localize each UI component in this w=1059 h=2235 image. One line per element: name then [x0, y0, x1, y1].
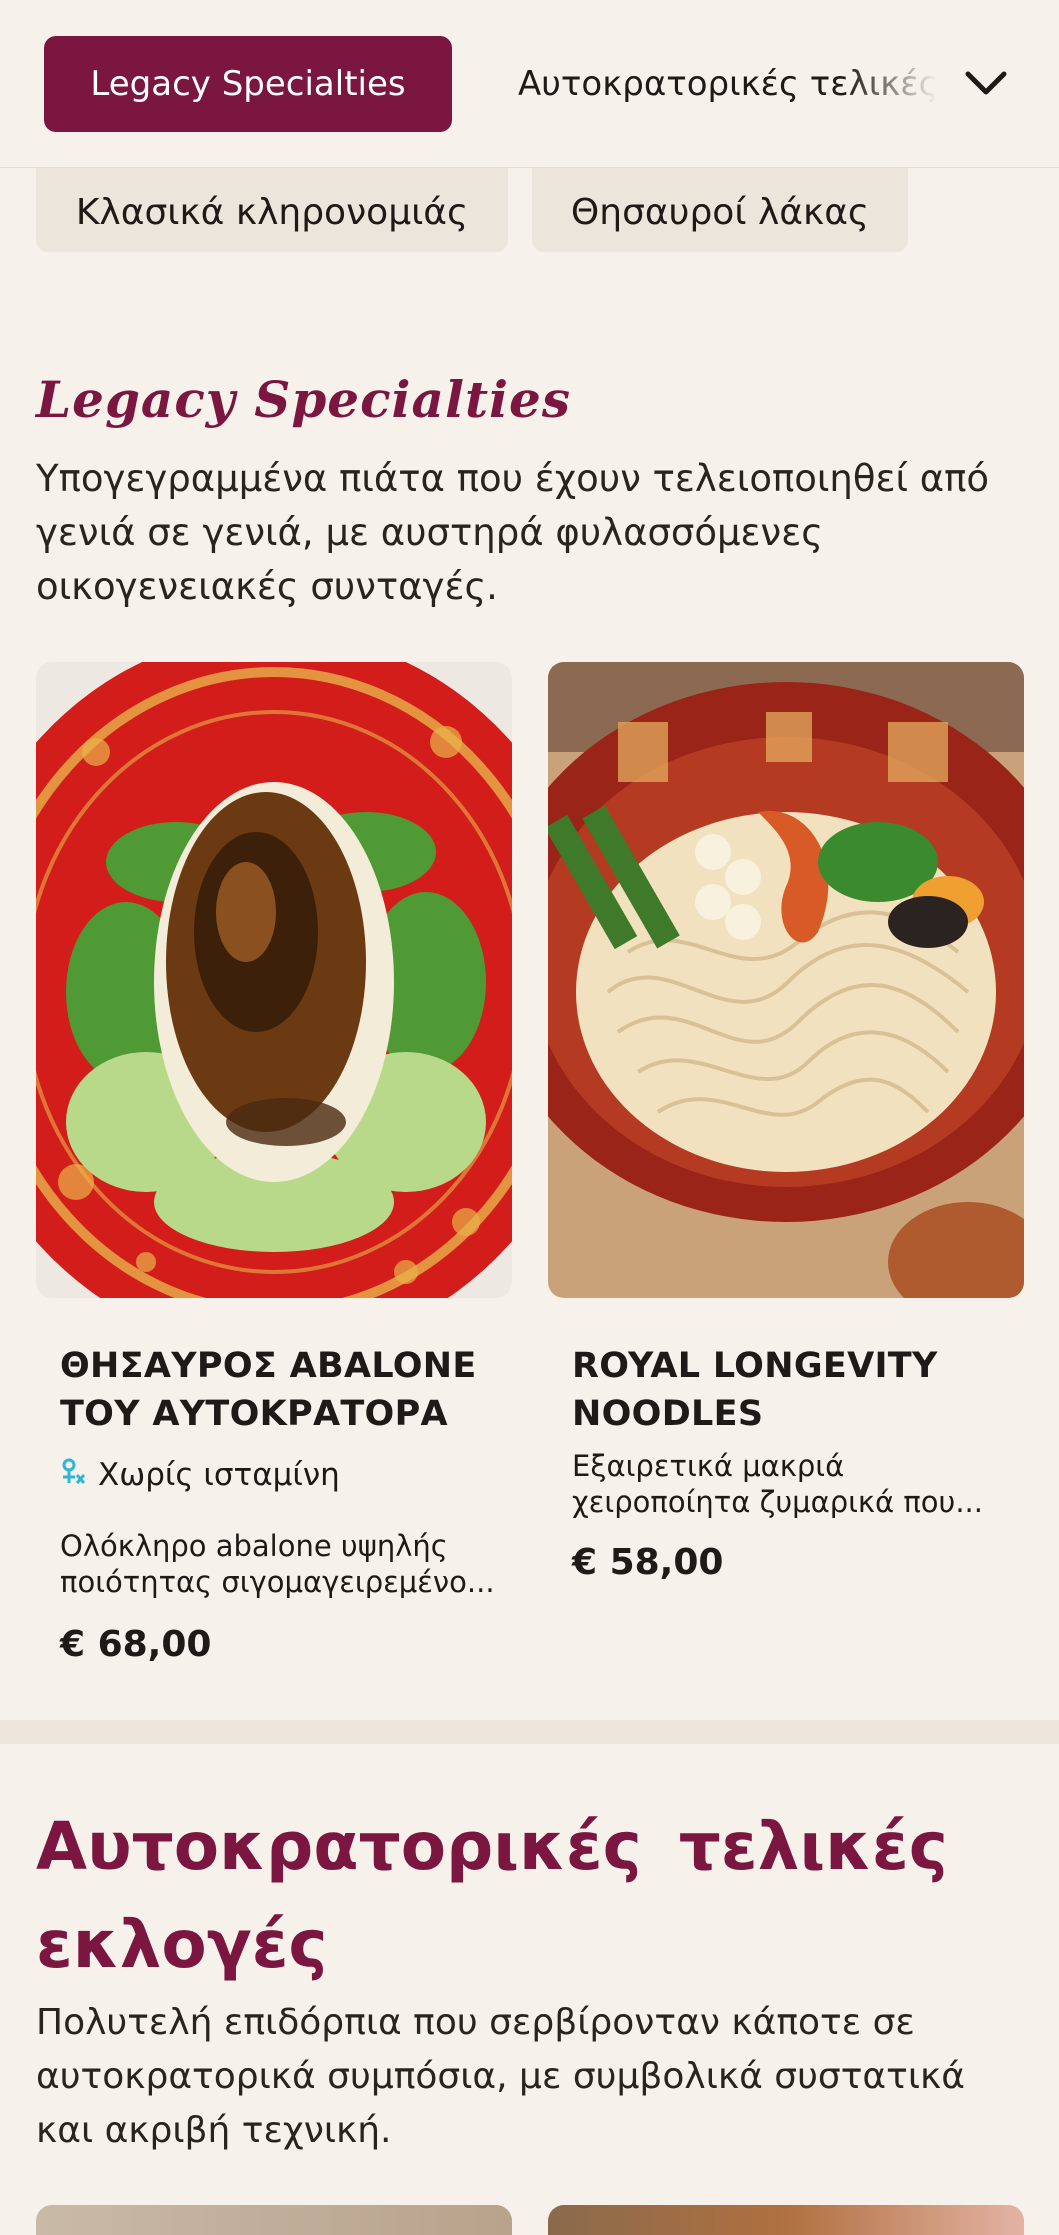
- histamine-free-icon: [60, 1455, 86, 1495]
- dish-description: Ολόκληρο abalone υψηλής ποιότητας σιγομα…: [60, 1529, 495, 1599]
- category-tab-imperial-finales[interactable]: Αυτοκρατορικές τελικές: [518, 56, 938, 112]
- dish-name[interactable]: ROYAL LONGEVITY NOODLES: [572, 1342, 992, 1438]
- section-title: Legacy Specialties: [36, 370, 571, 429]
- dish-image-abalone[interactable]: [36, 662, 512, 1298]
- allergen-label: Χωρίς ισταμίνη: [98, 1457, 340, 1493]
- dish-price: € 68,00: [60, 1624, 212, 1665]
- category-bar: Legacy Specialties Αυτοκρατορικές τελικέ…: [0, 0, 1059, 168]
- dish-name[interactable]: ΘΗΣΑΥΡΟΣ ABALONE ΤΟΥ ΑΥΤΟΚΡΑΤΟΡΑ: [60, 1342, 480, 1438]
- section-description: Υπογεγραμμένα πιάτα που έχουν τελειοποιη…: [36, 457, 990, 608]
- dish-description: Εξαιρετικά μακριά χειροποίητα ζυμαρικά π…: [572, 1449, 983, 1519]
- section-title: Αυτοκρατορικές τελικές εκλογές: [36, 1808, 948, 1983]
- dish-image-longevity-noodles[interactable]: [548, 662, 1024, 1298]
- dish-image-peek[interactable]: [548, 2205, 1024, 2235]
- allergen-badge: Χωρίς ισταμίνη: [60, 1452, 340, 1498]
- category-tab-legacy-specialties[interactable]: Legacy Specialties: [44, 36, 452, 132]
- section-description: Πολυτελή επιδόρπια που σερβίρονταν κάποτ…: [36, 2002, 965, 2151]
- dish-image-peek[interactable]: [36, 2205, 512, 2235]
- chevron-down-icon[interactable]: [956, 56, 1016, 112]
- dish-price: € 58,00: [572, 1542, 724, 1583]
- section-divider: [0, 1720, 1059, 1744]
